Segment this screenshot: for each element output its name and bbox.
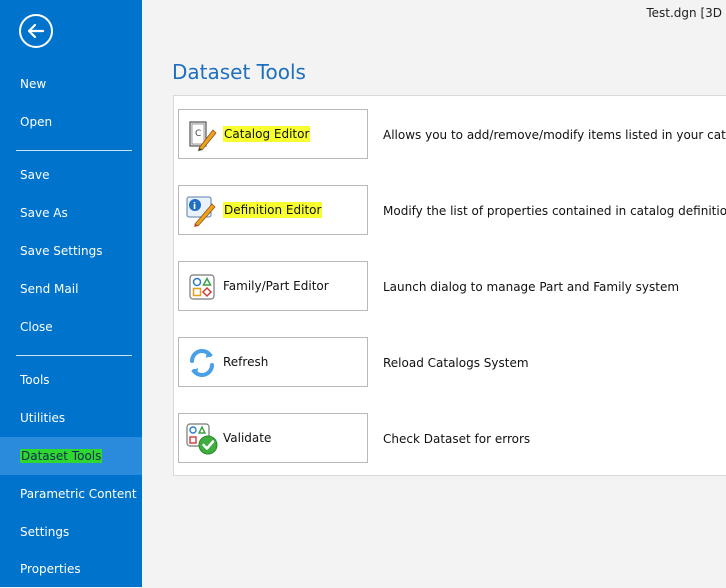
nav-save-settings[interactable]: Save Settings — [0, 232, 142, 270]
nav-open[interactable]: Open — [0, 103, 142, 141]
back-arrow-icon — [27, 23, 45, 39]
nav-parametric-content[interactable]: Parametric Content — [0, 475, 142, 513]
nav-properties[interactable]: Properties — [0, 550, 142, 588]
nav-save-as[interactable]: Save As — [0, 194, 142, 232]
definition-editor-description: Modify the list of properties contained … — [383, 204, 726, 218]
family-part-editor-button[interactable]: Family/Part Editor — [178, 261, 368, 311]
definition-editor-label: Definition Editor — [223, 202, 323, 218]
nav-utilities[interactable]: Utilities — [0, 399, 142, 437]
back-button[interactable] — [19, 14, 53, 48]
validate-description: Check Dataset for errors — [383, 432, 531, 446]
catalog-editor-description: Allows you to add/remove/modify items li… — [383, 128, 726, 142]
family-part-editor-label: Family/Part Editor — [223, 279, 329, 293]
backstage-sidebar: New Open Save Save As Save Settings Send… — [0, 0, 142, 587]
page-title: Dataset Tools — [172, 60, 306, 84]
sidebar-divider — [16, 355, 132, 356]
family-part-editor-description: Launch dialog to manage Part and Family … — [383, 280, 680, 294]
nav-settings[interactable]: Settings — [0, 513, 142, 551]
validate-icon — [186, 423, 218, 455]
svg-text:C: C — [195, 129, 201, 139]
definition-editor-button[interactable]: i Definition Editor — [178, 185, 368, 235]
refresh-label: Refresh — [223, 355, 269, 369]
refresh-description: Reload Catalogs System — [383, 356, 529, 370]
sidebar-divider — [16, 150, 132, 151]
catalog-editor-label: Catalog Editor — [223, 126, 311, 142]
document-title: Test.dgn [3D — [646, 6, 722, 20]
nav-dataset-tools[interactable]: Dataset Tools — [0, 437, 142, 475]
catalog-editor-button[interactable]: C Catalog Editor — [178, 109, 368, 159]
definition-editor-icon: i — [186, 196, 216, 227]
nav-send-mail[interactable]: Send Mail — [0, 270, 142, 308]
nav-save[interactable]: Save — [0, 156, 142, 194]
validate-label: Validate — [223, 431, 272, 445]
family-part-editor-icon — [189, 274, 215, 300]
refresh-button[interactable]: Refresh — [178, 337, 368, 387]
nav-tools[interactable]: Tools — [0, 361, 142, 399]
nav-close[interactable]: Close — [0, 308, 142, 346]
tools-panel: C Catalog Editor Allows you to add/remov… — [173, 95, 726, 476]
nav-new[interactable]: New — [0, 65, 142, 103]
catalog-editor-icon: C — [189, 121, 217, 151]
validate-button[interactable]: Validate — [178, 413, 368, 463]
svg-text:i: i — [193, 202, 196, 212]
refresh-icon — [190, 349, 214, 377]
